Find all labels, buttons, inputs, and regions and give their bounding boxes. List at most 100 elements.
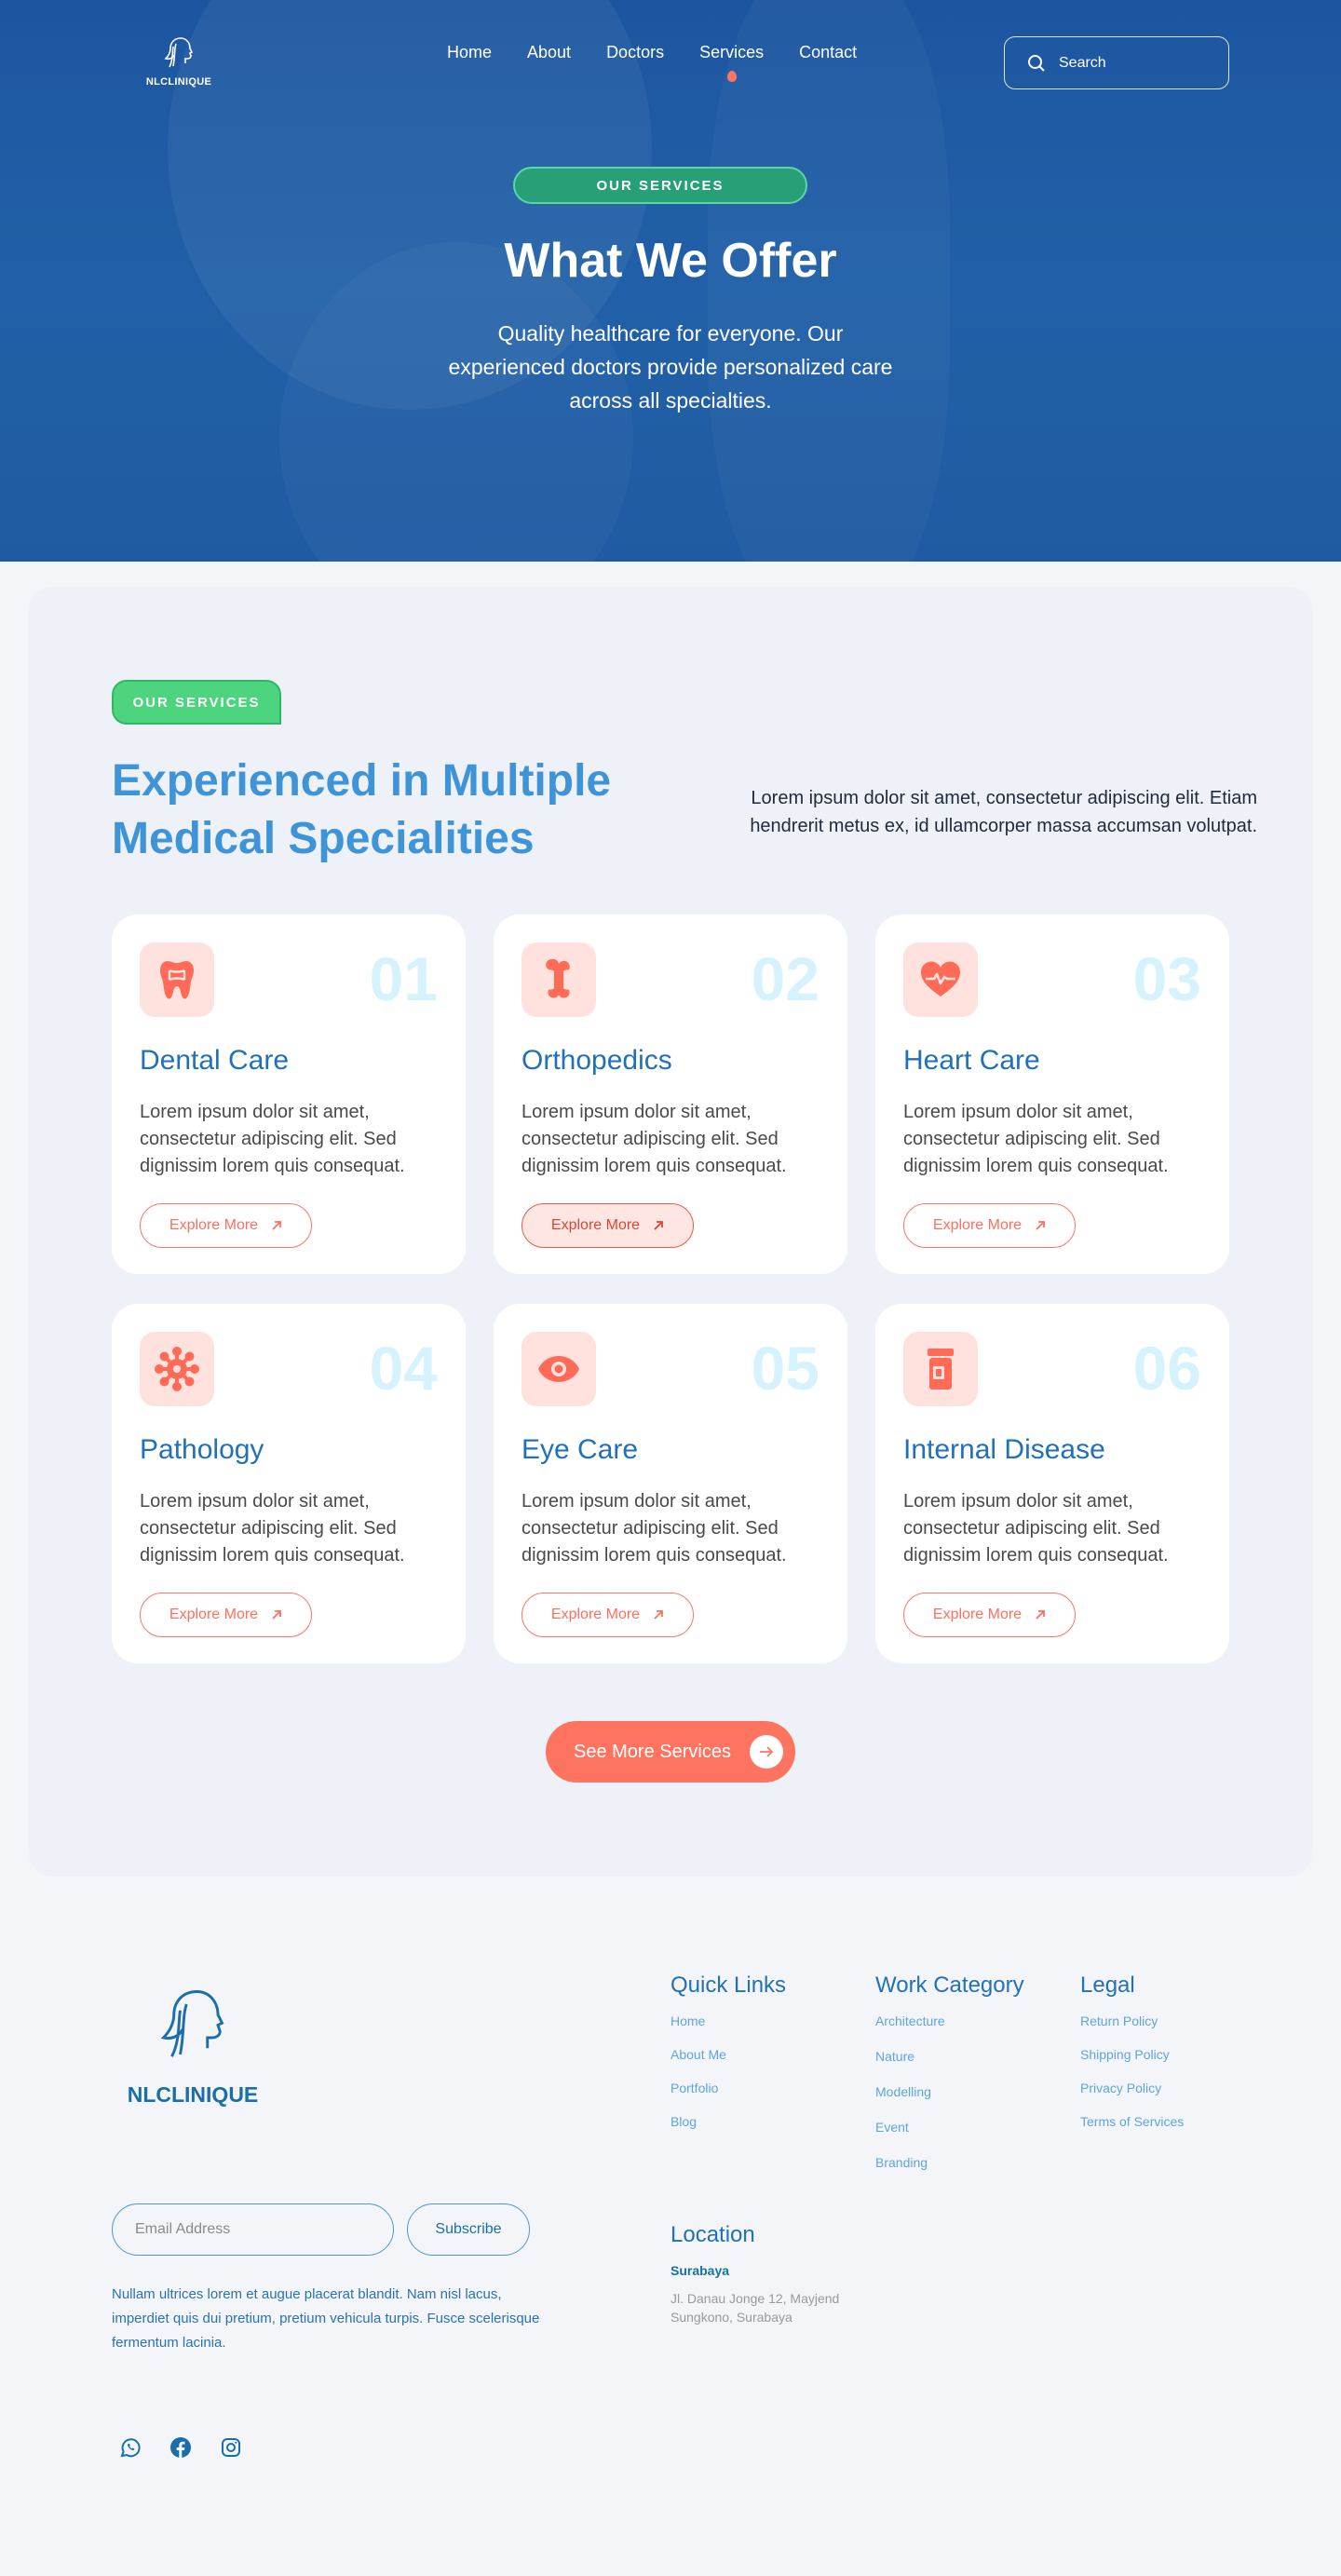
service-text: Lorem ipsum dolor sit amet, consectetur … <box>522 1491 787 1566</box>
eye-icon <box>538 1356 579 1382</box>
service-card: 01 Dental Care Lorem ipsum dolor sit ame… <box>112 915 466 1274</box>
service-number: 03 <box>1132 944 1201 1013</box>
footer-brand-name: NLCLINIQUE <box>127 2082 259 2107</box>
arrow-up-right-icon <box>272 1221 281 1230</box>
explore-more-button[interactable]: Explore More <box>140 1203 312 1248</box>
service-icon-box <box>522 1332 596 1406</box>
nav-contact[interactable]: Contact <box>799 43 857 62</box>
facebook-icon[interactable] <box>169 2436 192 2459</box>
footer-link-blog[interactable]: Blog <box>670 2114 786 2129</box>
arrow-up-right-icon <box>654 1221 663 1230</box>
hero-badge: OUR SERVICES <box>513 167 807 204</box>
footer-link-privacy-policy[interactable]: Privacy Policy <box>1080 2081 1184 2095</box>
location-block: Location Surabaya Jl. Danau Jonge 12, Ma… <box>670 2222 857 2326</box>
arrow-up-right-icon <box>1036 1610 1045 1620</box>
service-icon-box <box>140 1332 214 1406</box>
services-title: Experienced in Multiple Medical Speciali… <box>112 756 612 863</box>
footer-link-home[interactable]: Home <box>670 2013 786 2028</box>
virus-icon <box>155 1347 199 1391</box>
quick-links-title: Quick Links <box>670 1973 787 1998</box>
nav-services-label: Services <box>699 43 765 61</box>
service-text: Lorem ipsum dolor sit amet, consectetur … <box>522 1102 787 1176</box>
see-more-label: See More Services <box>574 1741 731 1762</box>
nav-links: Home About Doctors Services Contact <box>447 43 857 82</box>
service-text: Lorem ipsum dolor sit amet, consectetur … <box>903 1491 1169 1566</box>
explore-more-button[interactable]: Explore More <box>140 1593 312 1637</box>
top-navigation: NLCLINIQUE Home About Doctors Services C… <box>0 0 1341 121</box>
footer-link-modelling[interactable]: Modelling <box>875 2084 1024 2099</box>
service-icon-box <box>903 942 978 1017</box>
explore-more-button[interactable]: Explore More <box>903 1593 1076 1637</box>
footer-link-event[interactable]: Event <box>875 2120 1024 2135</box>
nav-doctors[interactable]: Doctors <box>606 43 664 62</box>
work-category-column: Work Category Architecture Nature Modell… <box>875 1973 1024 2190</box>
service-card: 06 Internal Disease Lorem ipsum dolor si… <box>875 1304 1229 1663</box>
location-title: Location <box>670 2222 755 2247</box>
arrow-up-right-icon <box>654 1610 663 1620</box>
footer-link-portfolio[interactable]: Portfolio <box>670 2081 786 2095</box>
bone-icon <box>546 958 570 998</box>
explore-more-button[interactable]: Explore More <box>903 1203 1076 1248</box>
footer-text: Nullam ultrices lorem et augue placerat … <box>112 2286 540 2351</box>
service-text: Lorem ipsum dolor sit amet, consectetur … <box>903 1102 1169 1176</box>
brand-logo[interactable]: NLCLINIQUE <box>145 35 212 88</box>
see-more-services-button[interactable]: See More Services <box>546 1721 795 1783</box>
footer-link-branding[interactable]: Branding <box>875 2155 1024 2170</box>
explore-more-label: Explore More <box>169 1607 259 1622</box>
explore-more-button[interactable]: Explore More <box>522 1593 694 1637</box>
whatsapp-icon[interactable] <box>119 2436 142 2459</box>
footer-link-return-policy[interactable]: Return Policy <box>1080 2013 1184 2028</box>
footer-link-architecture[interactable]: Architecture <box>875 2013 1024 2028</box>
services-section: OUR SERVICES Experienced in Multiple Med… <box>28 587 1313 1877</box>
service-icon-box <box>903 1332 978 1406</box>
hero-title: What We Offer <box>504 234 837 288</box>
service-title: Orthopedics <box>522 1045 672 1076</box>
nav-services[interactable]: Services <box>699 43 765 82</box>
active-indicator-icon <box>726 71 737 82</box>
service-number: 04 <box>369 1334 438 1403</box>
service-title: Heart Care <box>903 1045 1040 1076</box>
service-title: Pathology <box>140 1434 264 1465</box>
search-input[interactable] <box>1059 54 1208 72</box>
explore-more-label: Explore More <box>550 1217 641 1233</box>
service-icon-box <box>140 942 214 1017</box>
explore-more-label: Explore More <box>550 1607 641 1622</box>
service-number: 01 <box>369 944 438 1013</box>
explore-more-button[interactable]: Explore More <box>522 1203 694 1248</box>
footer-logo[interactable]: NLCLINIQUE <box>123 1985 263 2108</box>
nav-about[interactable]: About <box>527 43 571 62</box>
footer-link-terms-of-services[interactable]: Terms of Services <box>1080 2114 1184 2129</box>
quick-links-column: Quick Links Home About Me Portfolio Blog <box>670 1973 786 2148</box>
service-icon-box <box>522 942 596 1017</box>
arrow-up-right-icon <box>1036 1221 1045 1230</box>
woman-profile-logo-icon <box>160 1990 224 2057</box>
arrow-up-right-icon <box>272 1610 281 1620</box>
email-input[interactable] <box>112 2203 394 2256</box>
service-card: 03 Heart Care Lorem ipsum dolor sit amet… <box>875 915 1229 1274</box>
service-title: Dental Care <box>140 1045 290 1076</box>
search-box[interactable] <box>1004 36 1229 89</box>
explore-more-label: Explore More <box>932 1607 1023 1622</box>
services-grid: 01 Dental Care Lorem ipsum dolor sit ame… <box>112 915 1229 1663</box>
services-badge: OUR SERVICES <box>112 680 281 725</box>
service-text: Lorem ipsum dolor sit amet, consectetur … <box>140 1491 405 1566</box>
arrow-right-circle-icon <box>749 1735 783 1769</box>
explore-more-label: Explore More <box>169 1217 259 1233</box>
heart-pulse-icon <box>920 961 961 997</box>
work-category-title: Work Category <box>875 1973 1024 1998</box>
legal-title: Legal <box>1080 1973 1135 1998</box>
footer-link-shipping-policy[interactable]: Shipping Policy <box>1080 2047 1184 2062</box>
nav-home[interactable]: Home <box>447 43 492 62</box>
tooth-icon <box>160 961 194 999</box>
footer-link-about-me[interactable]: About Me <box>670 2047 786 2062</box>
service-title: Internal Disease <box>903 1434 1105 1465</box>
footer-link-nature[interactable]: Nature <box>875 2049 1024 2064</box>
service-number: 06 <box>1132 1334 1201 1403</box>
explore-more-label: Explore More <box>932 1217 1023 1233</box>
service-title: Eye Care <box>522 1434 639 1465</box>
subscribe-button[interactable]: Subscribe <box>407 2203 530 2256</box>
instagram-icon[interactable] <box>220 2436 242 2459</box>
footer: NLCLINIQUE Subscribe Nullam ultrices lor… <box>0 1905 1341 2576</box>
newsletter-form: Subscribe <box>112 2203 530 2256</box>
service-card: 04 Pathology Lorem ipsum dolor sit amet,… <box>112 1304 466 1663</box>
